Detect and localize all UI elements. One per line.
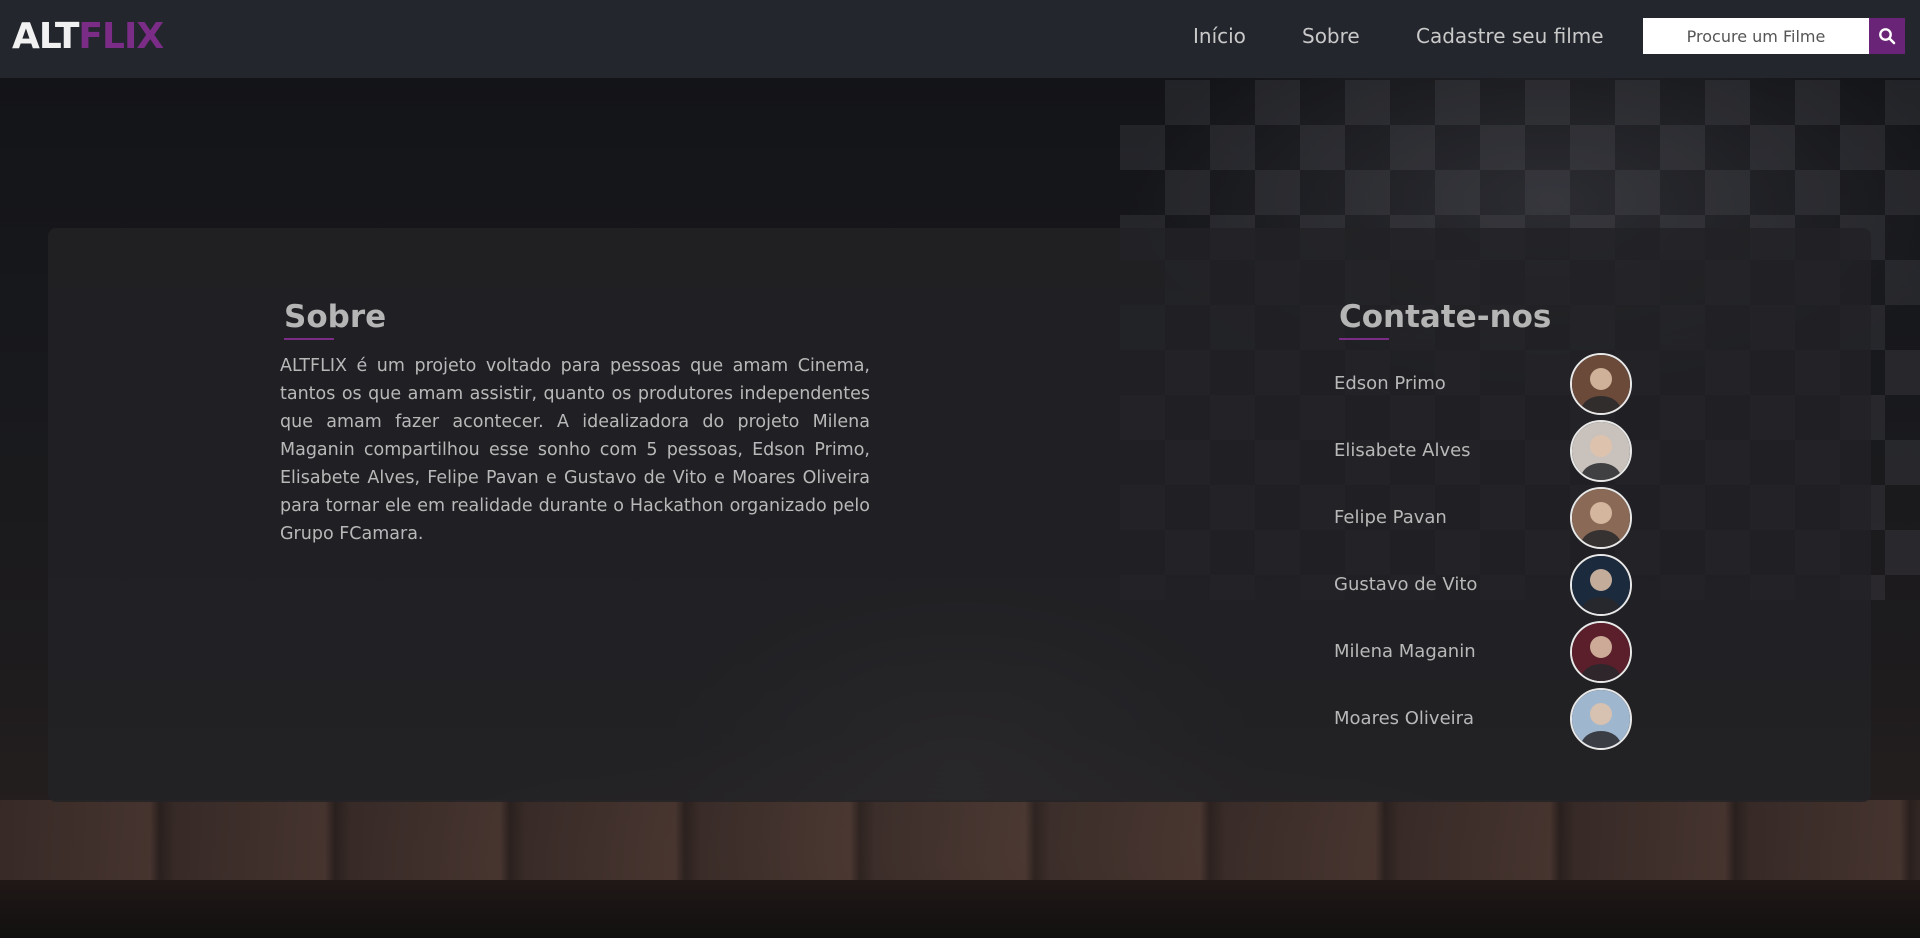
contact-list: Edson Primo Elisabete Alves Felipe Pavan… — [1334, 350, 1664, 752]
nav-link-inicio[interactable]: Início — [1193, 24, 1246, 48]
contact-item-gustavo-de-vito[interactable]: Gustavo de Vito — [1334, 551, 1664, 618]
contact-item-edson-primo[interactable]: Edson Primo — [1334, 350, 1664, 417]
contact-title: Contate-nos — [1339, 299, 1552, 335]
search-button[interactable] — [1869, 18, 1905, 54]
contact-name: Milena Maganin — [1334, 641, 1476, 662]
contact-name: Felipe Pavan — [1334, 507, 1447, 528]
person-icon — [1572, 422, 1630, 480]
search-bar — [1643, 18, 1905, 54]
avatar[interactable] — [1570, 353, 1632, 415]
about-text: ALTFLIX é um projeto voltado para pessoa… — [280, 356, 870, 544]
avatar[interactable] — [1570, 621, 1632, 683]
contact-name: Edson Primo — [1334, 373, 1446, 394]
contact-item-felipe-pavan[interactable]: Felipe Pavan — [1334, 484, 1664, 551]
person-icon — [1572, 690, 1630, 748]
contact-item-moares-oliveira[interactable]: Moares Oliveira — [1334, 685, 1664, 752]
logo[interactable]: ALTFLIX — [12, 14, 164, 60]
contact-name: Elisabete Alves — [1334, 440, 1471, 461]
avatar[interactable] — [1570, 487, 1632, 549]
avatar[interactable] — [1570, 554, 1632, 616]
person-icon — [1572, 556, 1630, 614]
about-title-underline — [284, 338, 334, 340]
search-icon — [1879, 28, 1896, 45]
about-title: Sobre — [284, 299, 387, 335]
person-icon — [1572, 355, 1630, 413]
contact-section: Contate-nos Edson Primo Elisabete Alves … — [1334, 296, 1664, 752]
avatar[interactable] — [1570, 688, 1632, 750]
nav-link-sobre[interactable]: Sobre — [1302, 24, 1360, 48]
contact-name: Moares Oliveira — [1334, 708, 1475, 729]
nav-link-cadastre-filme[interactable]: Cadastre seu filme — [1416, 24, 1604, 48]
avatar[interactable] — [1570, 420, 1632, 482]
header: ALTFLIX Início Sobre Cadastre seu filme — [0, 0, 1920, 78]
search-input[interactable] — [1643, 18, 1869, 54]
contact-item-elisabete-alves[interactable]: Elisabete Alves — [1334, 417, 1664, 484]
person-icon — [1572, 489, 1630, 547]
about-section: Sobre ALTFLIX é um projeto voltado para … — [280, 296, 870, 548]
person-icon — [1572, 623, 1630, 681]
logo-alt: ALT — [12, 16, 79, 57]
logo-flix: FLIX — [78, 16, 164, 57]
background-floor — [0, 880, 1920, 938]
contact-name: Gustavo de Vito — [1334, 574, 1478, 595]
contact-item-milena-maganin[interactable]: Milena Maganin — [1334, 618, 1664, 685]
content-panel: Sobre ALTFLIX é um projeto voltado para … — [48, 228, 1871, 802]
contact-title-underline — [1339, 338, 1389, 340]
